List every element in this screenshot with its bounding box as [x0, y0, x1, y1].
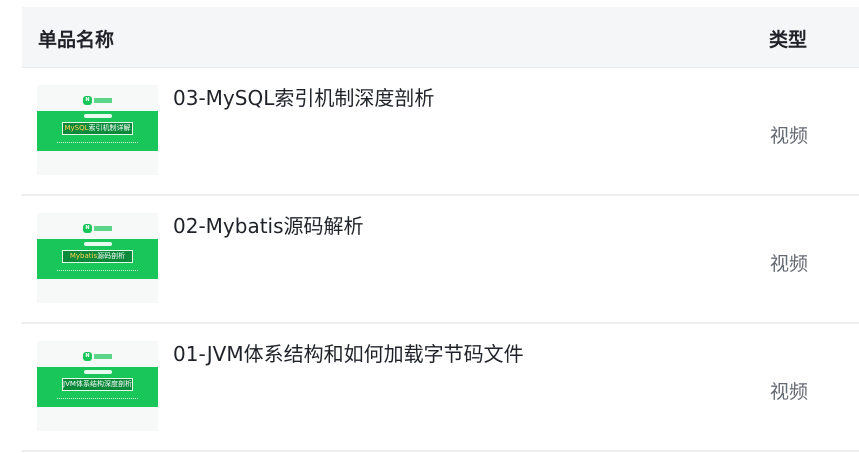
course-thumbnail[interactable]: N MySQL索引机制详解 — [37, 85, 158, 175]
course-title[interactable]: 01-JVM体系结构和如何加载字节码文件 — [173, 338, 524, 367]
course-thumbnail[interactable]: N JVM体系结构深度剖析 — [37, 341, 158, 431]
product-table: 单品名称 类型 N MySQL索引机制详解 03-MySQL索引机制深度剖析 视… — [22, 7, 859, 452]
column-divider — [698, 68, 701, 194]
table-row[interactable]: N MySQL索引机制详解 03-MySQL索引机制深度剖析 视频 — [22, 68, 859, 196]
column-divider — [698, 196, 701, 322]
thumbnail-label: JVM体系结构深度剖析 — [62, 378, 133, 391]
table-header: 单品名称 类型 — [22, 7, 859, 68]
course-type: 视频 — [770, 253, 809, 275]
table-row[interactable]: N JVM体系结构深度剖析 01-JVM体系结构和如何加载字节码文件 视频 — [22, 324, 859, 452]
course-title[interactable]: 03-MySQL索引机制深度剖析 — [173, 82, 434, 111]
thumbnail-subline — [57, 398, 138, 401]
column-header-name: 单品名称 — [38, 29, 115, 51]
thumbnail-tag — [84, 114, 112, 118]
nc-logo-icon: N — [83, 224, 113, 234]
column-header-type: 类型 — [769, 29, 808, 51]
thumbnail-subline — [57, 270, 138, 273]
course-thumbnail[interactable]: N Mybatis源码剖析 — [37, 213, 158, 303]
nc-logo-icon: N — [83, 352, 113, 362]
course-title[interactable]: 02-Mybatis源码解析 — [173, 210, 364, 239]
thumbnail-label: Mybatis源码剖析 — [62, 250, 133, 263]
thumbnail-label: MySQL索引机制详解 — [62, 122, 133, 135]
thumbnail-tag — [84, 242, 112, 246]
table-row[interactable]: N Mybatis源码剖析 02-Mybatis源码解析 视频 — [22, 196, 859, 324]
nc-logo-icon: N — [83, 96, 113, 106]
thumbnail-subline — [57, 142, 138, 145]
thumbnail-tag — [84, 370, 112, 374]
column-divider — [698, 324, 701, 450]
course-type: 视频 — [770, 125, 809, 147]
course-type: 视频 — [770, 381, 809, 403]
